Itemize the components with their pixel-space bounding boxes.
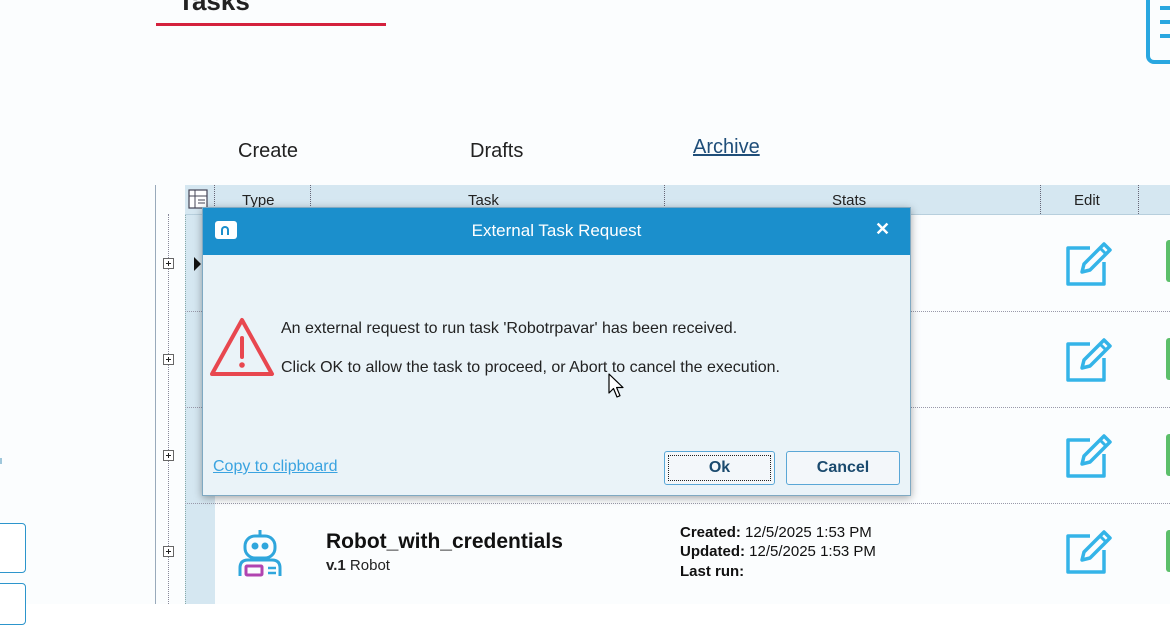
stats-updated: Updated: 12/5/2025 1:53 PM: [680, 543, 876, 560]
row-selector-icon[interactable]: [188, 189, 208, 209]
sidebar-button[interactable]: [0, 583, 26, 625]
last-run-label: Last run:: [680, 563, 745, 580]
mouse-cursor-icon: [608, 373, 624, 398]
column-header-edit[interactable]: Edit: [1074, 192, 1100, 209]
dialog-message-line-2: Click OK to allow the task to proceed, o…: [281, 359, 780, 376]
close-icon[interactable]: ✕: [875, 219, 890, 240]
run-status-indicator[interactable]: [1166, 240, 1170, 282]
dialog-title: External Task Request: [471, 221, 642, 240]
edit-icon[interactable]: [1064, 238, 1114, 288]
task-version: v.1 Robot: [326, 557, 390, 574]
focus-rectangle: [668, 455, 771, 481]
run-status-indicator[interactable]: [1166, 530, 1170, 572]
row-separator: [185, 503, 1170, 504]
copy-to-clipboard-link[interactable]: Copy to clipboard: [213, 458, 338, 476]
created-value: 12/5/2025 1:53 PM: [745, 524, 872, 541]
run-status-indicator[interactable]: [1166, 434, 1170, 476]
edit-icon[interactable]: [1064, 334, 1114, 384]
version-type: Robot: [349, 557, 390, 574]
dialog-message-line-1: An external request to run task 'Robotrp…: [281, 320, 738, 337]
expand-icon[interactable]: [163, 258, 174, 269]
stats-last-run: Last run:: [680, 563, 744, 580]
updated-value: 12/5/2025 1:53 PM: [749, 543, 876, 560]
grid-border: [155, 185, 156, 604]
warning-icon: [210, 318, 274, 376]
document-icon[interactable]: [1146, 0, 1170, 64]
current-row-indicator: [194, 257, 201, 271]
expand-icon[interactable]: [163, 354, 174, 365]
title-underline: [156, 23, 386, 26]
dialog-title-bar[interactable]: External Task Request ✕: [203, 208, 910, 255]
tab-create[interactable]: Create: [238, 140, 298, 163]
updated-label: Updated:: [680, 543, 745, 560]
tab-drafts[interactable]: Drafts: [470, 140, 523, 163]
ok-button[interactable]: Ok: [664, 451, 775, 485]
sidebar-marker: [0, 458, 2, 464]
column-separator: [1040, 185, 1041, 214]
run-status-indicator[interactable]: [1166, 338, 1170, 380]
column-separator: [1138, 185, 1139, 214]
page-title: Tasks: [178, 0, 250, 16]
stats-created: Created: 12/5/2025 1:53 PM: [680, 524, 872, 541]
tab-archive[interactable]: Archive: [693, 136, 760, 159]
cancel-button[interactable]: Cancel: [786, 451, 900, 485]
version-number: v.1: [326, 557, 346, 574]
created-label: Created:: [680, 524, 741, 541]
edit-icon[interactable]: [1064, 526, 1114, 576]
robot-icon: [238, 530, 282, 577]
external-task-request-dialog: External Task Request ✕ An external requ…: [202, 207, 911, 496]
expand-icon[interactable]: [163, 450, 174, 461]
task-name[interactable]: Robot_with_credentials: [326, 530, 563, 554]
sidebar-button[interactable]: [0, 523, 26, 573]
edit-icon[interactable]: [1064, 430, 1114, 480]
expand-icon[interactable]: [163, 546, 174, 557]
